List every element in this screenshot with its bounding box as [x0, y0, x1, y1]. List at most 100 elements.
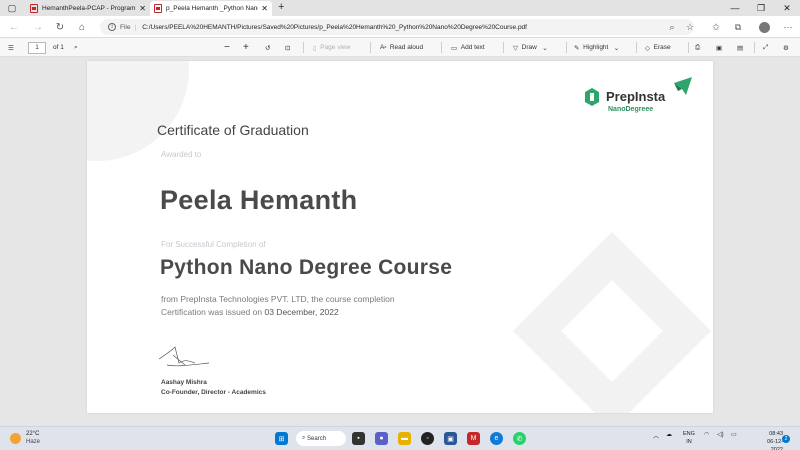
- draw-button[interactable]: ▽ Draw ⌄: [513, 38, 548, 57]
- contents-icon[interactable]: ☰: [8, 38, 14, 57]
- tab-strip: ▢ HemanthPeela-PCAP - Programm ✕ p_Peela…: [0, 0, 800, 16]
- tab-title: p_Peela Hemanth _Python Nano: [166, 5, 259, 12]
- description-line: from PrepInsta Technologies PVT. LTD, th…: [161, 294, 395, 304]
- signer-role: Co-Founder, Director - Academics: [161, 389, 266, 396]
- language-indicator[interactable]: ENG IN: [683, 430, 695, 446]
- minimize-button[interactable]: —: [722, 0, 748, 16]
- url-text: C:/Users/PEELA%20HEMANTH/Pictures/Saved%…: [142, 23, 527, 31]
- divider: [303, 42, 304, 53]
- onedrive-icon[interactable]: ☁: [666, 431, 672, 438]
- zoom-out-button[interactable]: −: [224, 38, 230, 57]
- zoom-icon[interactable]: ⌕: [664, 19, 680, 35]
- edge-icon[interactable]: e: [490, 432, 503, 445]
- print-icon[interactable]: ⎙: [695, 38, 700, 57]
- divider: [688, 42, 689, 53]
- divider: [566, 42, 567, 53]
- whatsapp-icon[interactable]: ✆: [513, 432, 526, 445]
- taskbar: 22°C Haze ⊞ ⌕ Search ▪ ● ▬ ◦ ▣ M e ✆ ︿ ☁…: [0, 426, 800, 450]
- pdf-icon: [154, 4, 162, 13]
- forward-button[interactable]: →: [30, 19, 46, 35]
- page-total: of 1: [53, 44, 64, 51]
- highlight-button[interactable]: ✎ Highlight ⌄: [574, 38, 619, 57]
- weather-condition[interactable]: Haze: [26, 439, 40, 445]
- logo-subtitle: NanoDegreee: [608, 106, 654, 113]
- tab-actions-icon[interactable]: ▢: [4, 0, 20, 16]
- new-tab-button[interactable]: +: [278, 1, 284, 13]
- chat-icon[interactable]: ●: [375, 432, 388, 445]
- awarded-label: Awarded to: [161, 150, 202, 159]
- pdf-toolbar: ☰ 1 of 1 ⌕ − + ↺ ⊡ ▯ Page view Aᵃ Read a…: [0, 38, 800, 57]
- save-as-icon[interactable]: ▤: [737, 38, 743, 57]
- course-name: Python Nano Degree Course: [160, 256, 453, 279]
- fullscreen-icon[interactable]: ⤢: [763, 38, 768, 57]
- favorites-icon[interactable]: ✩: [708, 19, 724, 35]
- favorite-add-icon[interactable]: ☆: [682, 19, 698, 35]
- wifi-icon[interactable]: ◠: [704, 431, 709, 438]
- certificate-title: Certificate of Graduation: [157, 122, 309, 138]
- completion-label: For Successful Completion of: [161, 240, 266, 249]
- decorative-diamond: [513, 232, 711, 413]
- certificate-page: PrepInsta NanoDegreee Certificate of Gra…: [87, 61, 713, 413]
- clock[interactable]: 08:43 06-12-2022: [757, 430, 783, 450]
- certificate-description: from PrepInsta Technologies PVT. LTD, th…: [161, 293, 491, 319]
- close-icon[interactable]: ✕: [261, 4, 268, 13]
- avatar: [758, 21, 770, 33]
- signature-image: [158, 346, 210, 367]
- dell-icon[interactable]: ◦: [421, 432, 434, 445]
- rotate-icon[interactable]: ↺: [265, 38, 270, 57]
- page-number-field[interactable]: 1: [28, 38, 46, 57]
- url-field[interactable]: i File | C:/Users/PEELA%20HEMANTH/Pictur…: [100, 19, 694, 35]
- decorative-circle: [87, 61, 189, 161]
- weather-icon[interactable]: [10, 433, 21, 444]
- close-icon[interactable]: ✕: [139, 4, 146, 13]
- divider: [370, 42, 371, 53]
- restore-button[interactable]: ❐: [748, 0, 774, 16]
- volume-icon[interactable]: ◁): [717, 431, 724, 438]
- divider: [754, 42, 755, 53]
- page-view-button[interactable]: ▯ Page view: [313, 38, 350, 57]
- save-icon[interactable]: ▣: [716, 38, 722, 57]
- add-text-button[interactable]: ▭ Add text: [451, 38, 485, 57]
- signer-name: Aashay Mishra: [161, 379, 207, 386]
- divider: [441, 42, 442, 53]
- weather-temperature[interactable]: 22°C: [26, 431, 39, 437]
- window-controls: — ❐ ✕: [722, 0, 800, 16]
- collections-icon[interactable]: ⧉: [730, 19, 746, 35]
- refresh-button[interactable]: ↻: [52, 19, 68, 35]
- notification-badge[interactable]: 2: [782, 435, 790, 443]
- info-icon[interactable]: i: [108, 23, 116, 31]
- file-explorer-icon[interactable]: ▬: [398, 432, 411, 445]
- file-label: File: [120, 23, 131, 31]
- fit-page-icon[interactable]: ⊡: [285, 38, 290, 57]
- recipient-name: Peela Hemanth: [160, 185, 358, 215]
- store-icon[interactable]: ▣: [444, 432, 457, 445]
- issue-date: 03 December, 2022: [264, 307, 339, 317]
- close-window-button[interactable]: ✕: [774, 0, 800, 16]
- start-button[interactable]: ⊞: [275, 432, 288, 445]
- description-line: Certification was issued on 03 December,…: [161, 307, 339, 317]
- battery-icon[interactable]: ▭: [731, 431, 737, 438]
- more-icon[interactable]: ⋯: [780, 19, 796, 35]
- mcafee-icon[interactable]: M: [467, 432, 480, 445]
- task-view-icon[interactable]: ▪: [352, 432, 365, 445]
- pdf-viewer[interactable]: PrepInsta NanoDegreee Certificate of Gra…: [0, 58, 800, 426]
- tab-title: HemanthPeela-PCAP - Programm: [42, 5, 137, 12]
- search-icon[interactable]: ⌕: [74, 38, 78, 57]
- divider: [636, 42, 637, 53]
- taskbar-search[interactable]: ⌕ Search: [296, 431, 346, 446]
- chevron-up-icon[interactable]: ︿: [653, 431, 659, 440]
- back-button[interactable]: ←: [6, 19, 22, 35]
- pdf-icon: [30, 4, 38, 13]
- settings-icon[interactable]: ⚙: [783, 38, 789, 57]
- tab-certificate[interactable]: p_Peela Hemanth _Python Nano ✕: [150, 1, 272, 16]
- prepinsta-logo: PrepInsta NanoDegreee: [582, 77, 702, 121]
- zoom-in-button[interactable]: +: [243, 38, 249, 57]
- tab-pcap[interactable]: HemanthPeela-PCAP - Programm ✕: [26, 1, 150, 16]
- divider: |: [134, 23, 137, 31]
- logo-wordmark: PrepInsta: [606, 89, 666, 104]
- read-aloud-button[interactable]: Aᵃ Read aloud: [380, 38, 423, 57]
- address-bar: ← → ↻ ⌂ i File | C:/Users/PEELA%20HEMANT…: [0, 16, 800, 38]
- erase-button[interactable]: ◇ Erase: [645, 38, 671, 57]
- profile-icon[interactable]: [756, 19, 772, 35]
- home-button[interactable]: ⌂: [74, 19, 90, 35]
